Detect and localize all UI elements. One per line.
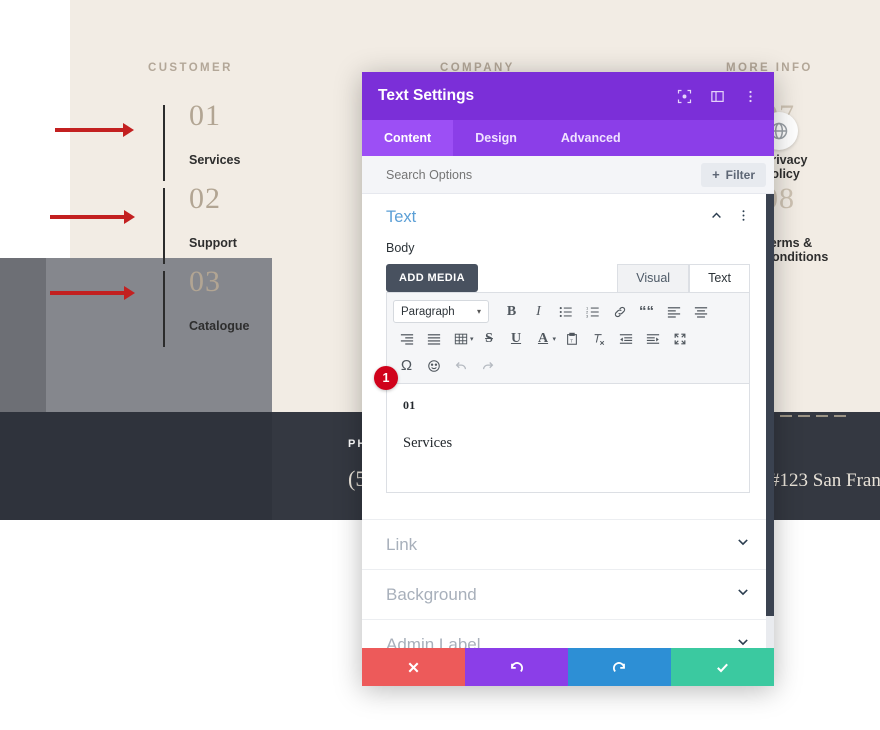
- item-number: 02: [189, 182, 221, 215]
- item-label: Services: [189, 153, 241, 167]
- page-title: Text Settings: [378, 87, 475, 104]
- editor-toolbar: Paragraph ▾ B I 123 ““ ▾ S U A ▾ T Ω: [387, 293, 749, 384]
- chevron-down-icon: [736, 635, 750, 648]
- search-input[interactable]: [386, 167, 702, 182]
- format-select[interactable]: Paragraph ▾: [393, 300, 489, 323]
- accordion-label: Link: [386, 534, 418, 554]
- filter-button-label: Filter: [725, 167, 755, 182]
- more-vertical-icon[interactable]: [742, 88, 758, 104]
- align-center-icon[interactable]: [687, 299, 714, 324]
- scrollbar-thumb[interactable]: [766, 194, 774, 616]
- underline-icon[interactable]: U: [503, 326, 530, 351]
- editor-line-number: 01: [403, 398, 416, 412]
- footer-address: #123 San Francisco: [770, 470, 880, 491]
- chevron-up-icon[interactable]: [710, 209, 723, 227]
- section-title-text: Text: [386, 208, 417, 226]
- annotation-arrow: [50, 210, 135, 224]
- undo-button[interactable]: [465, 648, 568, 686]
- clear-formatting-icon[interactable]: [585, 326, 612, 351]
- text-settings-modal: Text Settings Content Design Advanced Se…: [362, 72, 774, 686]
- item-number: 03: [189, 265, 221, 298]
- tab-visual[interactable]: Visual: [617, 264, 690, 292]
- italic-icon[interactable]: I: [525, 299, 552, 324]
- more-vertical-icon[interactable]: [737, 209, 750, 227]
- tab-advanced[interactable]: Advanced: [539, 120, 643, 156]
- toolbar-row-1: Paragraph ▾ B I 123 ““: [393, 298, 743, 325]
- accordion-admin-label[interactable]: Admin Label: [362, 619, 774, 648]
- bulleted-list-icon[interactable]: [552, 299, 579, 324]
- modal-header: Text Settings: [362, 72, 774, 120]
- link-icon[interactable]: [606, 299, 633, 324]
- modal-footer: [362, 648, 774, 686]
- blockquote-icon[interactable]: ““: [633, 299, 660, 324]
- chevron-down-icon: [736, 535, 750, 554]
- cancel-button[interactable]: [362, 648, 465, 686]
- accordion-label: Background: [386, 584, 477, 604]
- scrollbar-track[interactable]: [766, 194, 774, 648]
- step-badge: 1: [374, 366, 398, 390]
- item-number: 01: [189, 99, 221, 132]
- chevron-down-icon[interactable]: ▾: [470, 335, 474, 343]
- toolbar-row-3: Ω: [393, 352, 743, 379]
- annotation-arrow: [55, 123, 134, 137]
- indent-icon[interactable]: [639, 326, 666, 351]
- align-left-icon[interactable]: [660, 299, 687, 324]
- chevron-down-icon: [736, 585, 750, 604]
- chevron-down-icon: ▾: [476, 307, 481, 316]
- accordion-list: Link Background Admin Label: [362, 519, 774, 648]
- align-right-icon[interactable]: [393, 326, 420, 351]
- modal-body: 1 Text Body ADD MEDIA Visual Text Paragr…: [362, 194, 774, 648]
- fullscreen-icon[interactable]: [666, 326, 693, 351]
- accordion-background[interactable]: Background: [362, 569, 774, 619]
- numbered-list-icon[interactable]: 123: [579, 299, 606, 324]
- outdent-icon[interactable]: [612, 326, 639, 351]
- page-overlay-block-light: [46, 258, 272, 434]
- search-options-bar: + Filter: [362, 156, 774, 194]
- svg-text:3: 3: [586, 313, 589, 318]
- paste-as-text-icon[interactable]: T: [558, 326, 585, 351]
- plus-icon: +: [712, 167, 720, 182]
- item-label: Support: [189, 236, 237, 250]
- align-justify-icon[interactable]: [420, 326, 447, 351]
- tab-text[interactable]: Text: [689, 264, 750, 292]
- strikethrough-icon[interactable]: S: [476, 326, 503, 351]
- modal-tabs: Content Design Advanced: [362, 120, 774, 156]
- tab-design[interactable]: Design: [453, 120, 539, 156]
- item-rule: [163, 188, 165, 264]
- page-footer-bar-left: [0, 412, 272, 520]
- tab-content[interactable]: Content: [362, 120, 454, 156]
- redo-button[interactable]: [568, 648, 671, 686]
- body-field-label: Body: [386, 241, 415, 255]
- redo-icon[interactable]: [474, 353, 501, 378]
- emoji-icon[interactable]: [420, 353, 447, 378]
- item-rule: [163, 105, 165, 181]
- undo-icon[interactable]: [447, 353, 474, 378]
- add-media-button[interactable]: ADD MEDIA: [386, 264, 478, 292]
- filter-button[interactable]: + Filter: [701, 162, 766, 187]
- chevron-down-icon[interactable]: ▾: [553, 335, 557, 343]
- layout-panel-icon[interactable]: [709, 88, 725, 104]
- item-rule: [163, 271, 165, 347]
- toolbar-row-2: ▾ S U A ▾ T: [393, 325, 743, 352]
- editor-line-label: Services: [403, 435, 453, 451]
- editor-content-area[interactable]: 01 Services: [387, 384, 749, 492]
- accordion-link[interactable]: Link: [362, 519, 774, 569]
- annotation-arrow: [50, 286, 135, 300]
- rich-text-editor: Paragraph ▾ B I 123 ““ ▾ S U A ▾ T Ω 01 …: [386, 292, 750, 493]
- accordion-label: Admin Label: [386, 634, 481, 649]
- save-button[interactable]: [671, 648, 774, 686]
- item-label: Catalogue: [189, 319, 250, 333]
- column-heading-customer: CUSTOMER: [148, 62, 233, 74]
- format-select-value: Paragraph: [401, 305, 455, 318]
- focus-target-icon[interactable]: [676, 88, 692, 104]
- footer-divider-dashes: [762, 415, 846, 417]
- bold-icon[interactable]: B: [498, 299, 525, 324]
- svg-text:T: T: [570, 338, 573, 343]
